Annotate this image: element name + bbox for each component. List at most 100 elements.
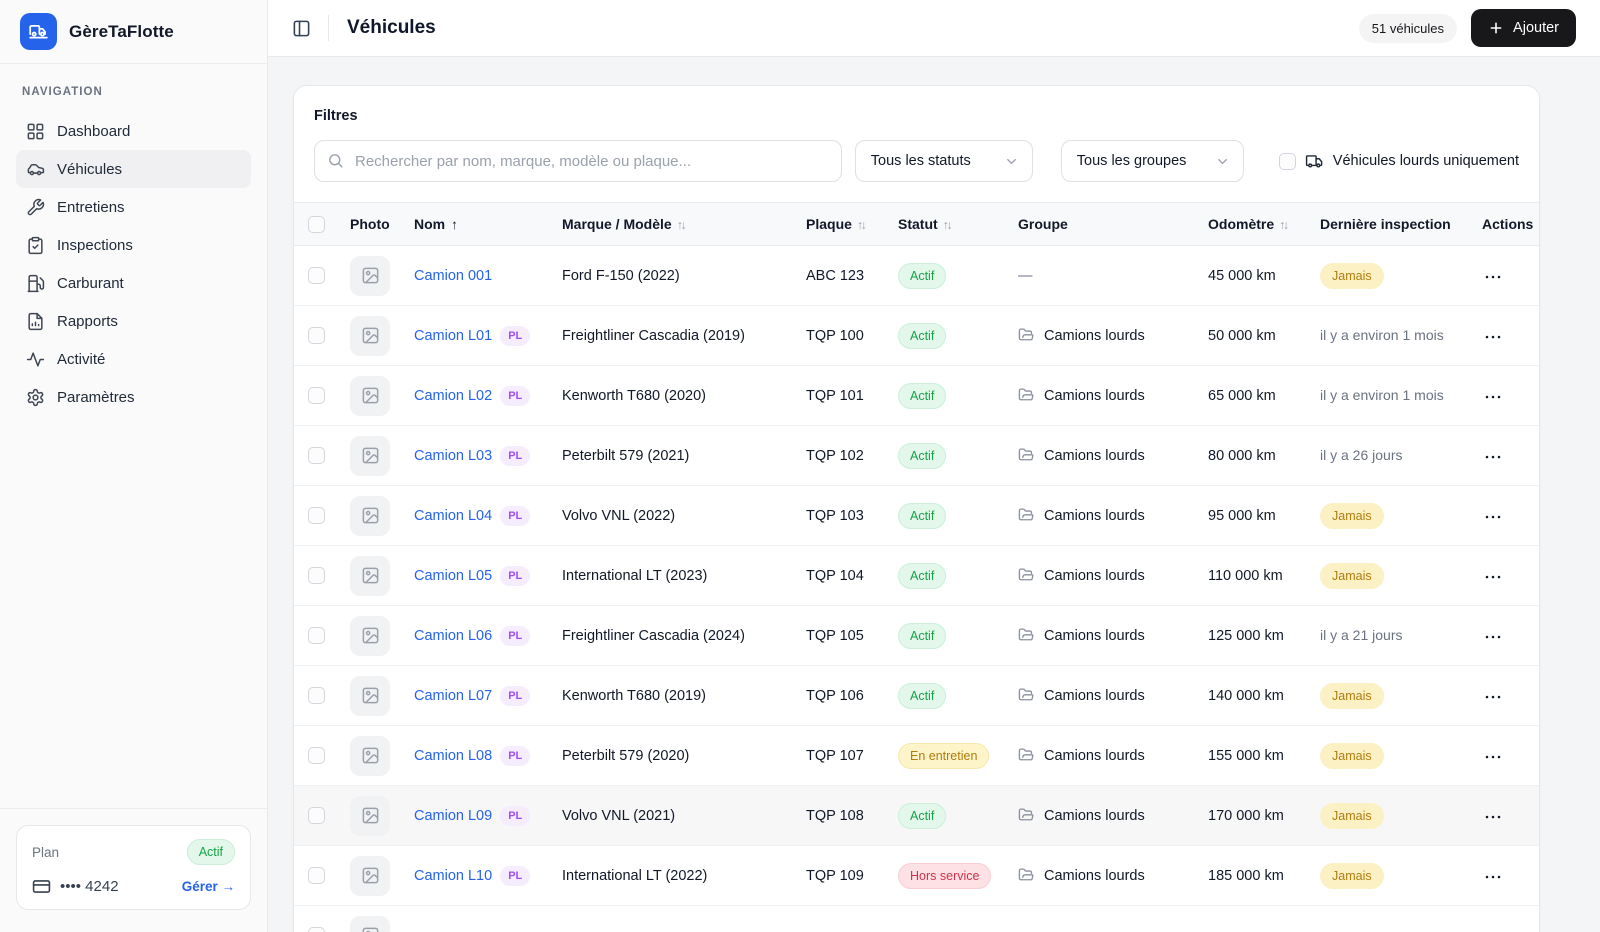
column-label: Statut	[898, 216, 938, 232]
heavy-only-checkbox[interactable]	[1278, 152, 1296, 170]
sidebar-item-rapports[interactable]: Rapports	[16, 302, 251, 340]
select-all-checkbox[interactable]	[308, 215, 325, 233]
column-header-status[interactable]: Statut ↑↓	[892, 202, 1012, 246]
column-header-name[interactable]: Nom ↑	[408, 202, 556, 246]
ellipsis-icon	[1484, 334, 1502, 340]
row-actions-button[interactable]	[1482, 270, 1504, 284]
row-checkbox[interactable]	[308, 807, 325, 824]
sidebar-item-parametres[interactable]: Paramètres	[16, 378, 251, 416]
inspection-never-badge: Jamais	[1320, 502, 1384, 529]
row-checkbox[interactable]	[308, 327, 325, 344]
vehicle-name-link[interactable]: Camion 001	[414, 268, 492, 284]
row-checkbox[interactable]	[308, 687, 325, 704]
row-checkbox[interactable]	[308, 507, 325, 524]
fuel-icon	[26, 274, 45, 293]
sidebar: GèreTaFlotte NAVIGATION Dashboard Véhicul…	[0, 0, 268, 932]
column-header-photo: Photo	[344, 202, 408, 246]
panel-left-icon	[292, 19, 311, 38]
filters-section: Filtres Tous les statuts	[294, 86, 1539, 202]
sort-both-icon: ↑↓	[942, 218, 953, 232]
vehicle-plate: TQP 101	[800, 365, 892, 426]
group-filter-select[interactable]: Tous les groupes	[1060, 140, 1244, 182]
vehicle-name-link[interactable]: Camion L01	[414, 328, 492, 344]
folder-icon	[1018, 627, 1035, 644]
row-checkbox[interactable]	[308, 267, 325, 284]
vehicle-name-link[interactable]: Camion L07	[414, 688, 492, 704]
row-actions-button[interactable]	[1482, 870, 1504, 884]
status-badge: Actif	[898, 502, 947, 529]
plan-manage-link[interactable]: Gérer →	[182, 879, 235, 894]
vehicle-model: Kenworth T680 (2019)	[556, 665, 800, 726]
row-actions-button[interactable]	[1482, 750, 1504, 764]
group-name: Camions lourds	[1044, 747, 1145, 764]
vehicle-odometer: 95 000 km	[1202, 485, 1314, 546]
vehicle-name-link[interactable]: Camion L08	[414, 748, 492, 764]
group-name: Camions lourds	[1044, 327, 1145, 344]
row-actions-button[interactable]	[1482, 330, 1504, 344]
row-checkbox[interactable]	[308, 747, 325, 764]
column-label: Groupe	[1018, 216, 1068, 232]
row-checkbox[interactable]	[308, 627, 325, 644]
vehicle-model: Freightliner Cascadia (2024)	[556, 605, 800, 666]
sidebar-toggle-button[interactable]	[286, 13, 316, 43]
sidebar-item-label: Véhicules	[57, 160, 123, 178]
sidebar-item-vehicules[interactable]: Véhicules	[16, 150, 251, 188]
row-checkbox[interactable]	[308, 387, 325, 404]
heavy-vehicle-tag: PL	[500, 745, 531, 766]
vehicle-name-link[interactable]: Camion L04	[414, 508, 492, 524]
row-actions-button[interactable]	[1482, 390, 1504, 404]
vehicle-odometer: 65 000 km	[1202, 365, 1314, 426]
table-row-partial	[294, 905, 1539, 932]
heavy-vehicle-tag: PL	[500, 865, 531, 886]
row-actions-button[interactable]	[1482, 630, 1504, 644]
vehicle-photo-placeholder	[350, 915, 390, 932]
sidebar-item-carburant[interactable]: Carburant	[16, 264, 251, 302]
filters-title: Filtres	[314, 108, 358, 124]
row-checkbox[interactable]	[308, 867, 325, 884]
app-root: GèreTaFlotte NAVIGATION Dashboard Véhicul…	[0, 0, 1600, 932]
inspection-date: il y a 21 jours	[1320, 627, 1403, 643]
column-label: Plaque	[806, 216, 852, 232]
row-actions-button[interactable]	[1482, 570, 1504, 584]
vehicle-plate: TQP 105	[800, 605, 892, 666]
table-row: Camion L06 PL Freightliner Cascadia (2024)…	[294, 605, 1539, 666]
sidebar-item-label: Activité	[57, 350, 106, 368]
sidebar-item-entretiens[interactable]: Entretiens	[16, 188, 251, 226]
row-actions-button[interactable]	[1482, 690, 1504, 704]
vehicle-name-link[interactable]: Camion L03	[414, 448, 492, 464]
row-checkbox[interactable]	[308, 567, 325, 584]
vehicle-name-link[interactable]: Camion L02	[414, 388, 492, 404]
search-input[interactable]	[314, 140, 842, 182]
row-actions-button[interactable]	[1482, 510, 1504, 524]
column-header-model[interactable]: Marque / Modèle ↑↓	[556, 202, 800, 246]
folder-icon	[1018, 687, 1035, 704]
sidebar-header: GèreTaFlotte	[0, 0, 267, 64]
group-name: Camions lourds	[1044, 627, 1145, 644]
group-name: Camions lourds	[1044, 507, 1145, 524]
group-name: Camions lourds	[1044, 447, 1145, 464]
vehicle-name-link[interactable]: Camion L06	[414, 628, 492, 644]
sidebar-item-inspections[interactable]: Inspections	[16, 226, 251, 264]
folder-icon	[1018, 747, 1035, 764]
sidebar-item-activite[interactable]: Activité	[16, 340, 251, 378]
heavy-vehicle-tag: PL	[500, 625, 531, 646]
add-vehicle-button[interactable]: Ajouter	[1471, 9, 1576, 47]
row-checkbox[interactable]	[308, 447, 325, 464]
column-header-odometer[interactable]: Odomètre ↑↓	[1202, 202, 1314, 246]
column-header-plate[interactable]: Plaque ↑↓	[800, 202, 892, 246]
status-filter-select[interactable]: Tous les statuts	[854, 140, 1033, 182]
folder-icon	[1018, 387, 1035, 404]
row-actions-button[interactable]	[1482, 450, 1504, 464]
sidebar-item-dashboard[interactable]: Dashboard	[16, 112, 251, 150]
page-content: Filtres Tous les statuts	[268, 57, 1600, 932]
row-checkbox[interactable]	[308, 927, 325, 932]
row-actions-button[interactable]	[1482, 810, 1504, 824]
vehicle-name-link[interactable]: Camion L10	[414, 868, 492, 884]
app-name: GèreTaFlotte	[69, 21, 174, 41]
image-icon	[361, 386, 380, 405]
vehicle-name-link[interactable]: Camion L05	[414, 568, 492, 584]
sidebar-item-label: Paramètres	[57, 388, 135, 406]
column-label: Photo	[350, 216, 390, 232]
report-icon	[26, 312, 45, 331]
vehicle-name-link[interactable]: Camion L09	[414, 808, 492, 824]
